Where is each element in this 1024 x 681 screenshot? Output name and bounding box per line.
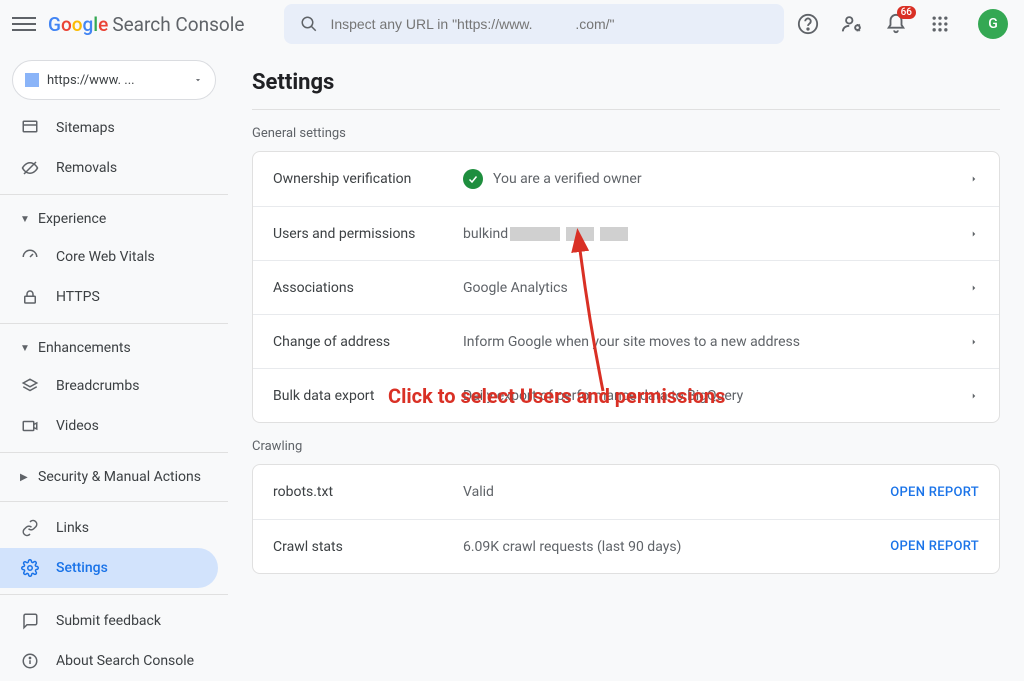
row-bulk-data-export[interactable]: Bulk data export Daily export of perform… xyxy=(253,368,999,422)
apps-grid-icon[interactable] xyxy=(928,12,952,36)
sidebar-section-label: Experience xyxy=(38,211,106,227)
sidebar-section-security[interactable]: ▶ Security & Manual Actions xyxy=(0,459,228,495)
product-name: Search Console xyxy=(112,13,244,36)
sidebar-item-label: HTTPS xyxy=(56,289,100,305)
row-robots-txt[interactable]: robots.txt Valid OPEN REPORT xyxy=(253,465,999,519)
lock-icon xyxy=(20,287,40,307)
notif-badge: 66 xyxy=(897,6,916,19)
chevron-right-icon xyxy=(969,227,979,241)
row-value: bulkind xyxy=(463,226,628,242)
page-title: Settings xyxy=(252,70,1000,95)
avatar[interactable]: G xyxy=(978,9,1008,39)
chevron-right-icon: ▶ xyxy=(20,472,30,483)
sidebar-item-videos[interactable]: Videos xyxy=(0,406,218,446)
sidebar-item-feedback[interactable]: Submit feedback xyxy=(0,601,218,641)
chevron-right-icon xyxy=(969,389,979,403)
sidebar-item-label: Breadcrumbs xyxy=(56,378,139,394)
search-icon xyxy=(300,15,318,33)
product-logo[interactable]: Google Search Console xyxy=(48,13,244,36)
url-inspect-search[interactable] xyxy=(284,4,784,44)
row-label: Bulk data export xyxy=(273,388,463,404)
row-label: Change of address xyxy=(273,334,463,350)
chevron-right-icon xyxy=(969,335,979,349)
row-label: robots.txt xyxy=(273,484,463,500)
layers-icon xyxy=(20,376,40,396)
chevron-down-icon: ▼ xyxy=(20,343,30,354)
search-input[interactable] xyxy=(330,16,768,32)
row-value: Valid xyxy=(463,484,494,500)
section-crawling: Crawling xyxy=(252,439,1000,454)
chevron-down-icon xyxy=(193,75,203,85)
sidebar-section-experience[interactable]: ▼ Experience xyxy=(0,201,228,237)
chevron-down-icon: ▼ xyxy=(20,214,30,225)
sidebar-item-settings[interactable]: Settings xyxy=(0,548,218,588)
sidebar-item-removals[interactable]: Removals xyxy=(0,148,218,188)
sidebar: https://www. ... Sitemaps Removals ▼ Exp… xyxy=(0,48,228,585)
people-settings-icon[interactable] xyxy=(840,12,864,36)
sidebar-section-label: Enhancements xyxy=(38,340,131,356)
sidebar-item-sitemaps[interactable]: Sitemaps xyxy=(0,108,218,148)
sidebar-item-label: Submit feedback xyxy=(56,613,161,629)
row-label: Associations xyxy=(273,280,463,296)
sidebar-item-breadcrumbs[interactable]: Breadcrumbs xyxy=(0,366,218,406)
row-ownership-verification[interactable]: Ownership verification You are a verifie… xyxy=(253,152,999,206)
video-icon xyxy=(20,416,40,436)
row-value: You are a verified owner xyxy=(493,171,642,187)
property-url: https://www. ... xyxy=(47,73,185,88)
sidebar-item-links[interactable]: Links xyxy=(0,508,218,548)
sidebar-item-https[interactable]: HTTPS xyxy=(0,277,218,317)
row-value: Google Analytics xyxy=(463,280,568,296)
sidebar-item-about[interactable]: About Search Console xyxy=(0,641,218,681)
app-header: Google Search Console 66 G xyxy=(0,0,1024,48)
speed-icon xyxy=(20,247,40,267)
info-icon xyxy=(20,651,40,671)
main-content: Settings General settings Ownership veri… xyxy=(228,48,1024,585)
row-change-of-address[interactable]: Change of address Inform Google when you… xyxy=(253,314,999,368)
sidebar-item-label: About Search Console xyxy=(56,653,194,669)
general-settings-card: Ownership verification You are a verifie… xyxy=(252,151,1000,423)
sidebar-item-cwv[interactable]: Core Web Vitals xyxy=(0,237,218,277)
crawling-card: robots.txt Valid OPEN REPORT Crawl stats… xyxy=(252,464,1000,574)
hamburger-icon[interactable] xyxy=(12,12,36,36)
open-report-link[interactable]: OPEN REPORT xyxy=(890,485,979,500)
open-report-link[interactable]: OPEN REPORT xyxy=(890,539,979,554)
row-value: 6.09K crawl requests (last 90 days) xyxy=(463,539,681,555)
chevron-right-icon xyxy=(969,281,979,295)
sidebar-item-label: Core Web Vitals xyxy=(56,249,155,265)
sidebar-section-enhancements[interactable]: ▼ Enhancements xyxy=(0,330,228,366)
property-icon xyxy=(25,73,39,87)
row-value: Daily export of performance data to BigQ… xyxy=(463,388,743,404)
sidebar-item-label: Sitemaps xyxy=(56,120,115,136)
check-circle-icon xyxy=(463,169,483,189)
row-users-permissions[interactable]: Users and permissions bulkind xyxy=(253,206,999,260)
row-associations[interactable]: Associations Google Analytics xyxy=(253,260,999,314)
chevron-right-icon xyxy=(969,172,979,186)
row-label: Crawl stats xyxy=(273,539,463,555)
header-actions: 66 G xyxy=(796,9,1012,39)
sidebar-item-label: Removals xyxy=(56,160,117,176)
row-value: Inform Google when your site moves to a … xyxy=(463,334,800,350)
sidebar-item-label: Links xyxy=(56,520,89,536)
row-label: Users and permissions xyxy=(273,226,463,242)
notifications-icon[interactable]: 66 xyxy=(884,12,908,36)
link-icon xyxy=(20,518,40,538)
sidebar-section-label: Security & Manual Actions xyxy=(38,469,201,485)
help-icon[interactable] xyxy=(796,12,820,36)
gear-icon xyxy=(20,558,40,578)
row-crawl-stats[interactable]: Crawl stats 6.09K crawl requests (last 9… xyxy=(253,519,999,573)
property-selector[interactable]: https://www. ... xyxy=(12,60,216,100)
row-label: Ownership verification xyxy=(273,171,463,187)
feedback-icon xyxy=(20,611,40,631)
section-general-settings: General settings xyxy=(252,126,1000,141)
sitemaps-icon xyxy=(20,118,40,138)
removals-icon xyxy=(20,158,40,178)
sidebar-item-label: Settings xyxy=(56,560,108,576)
sidebar-item-label: Videos xyxy=(56,418,99,434)
